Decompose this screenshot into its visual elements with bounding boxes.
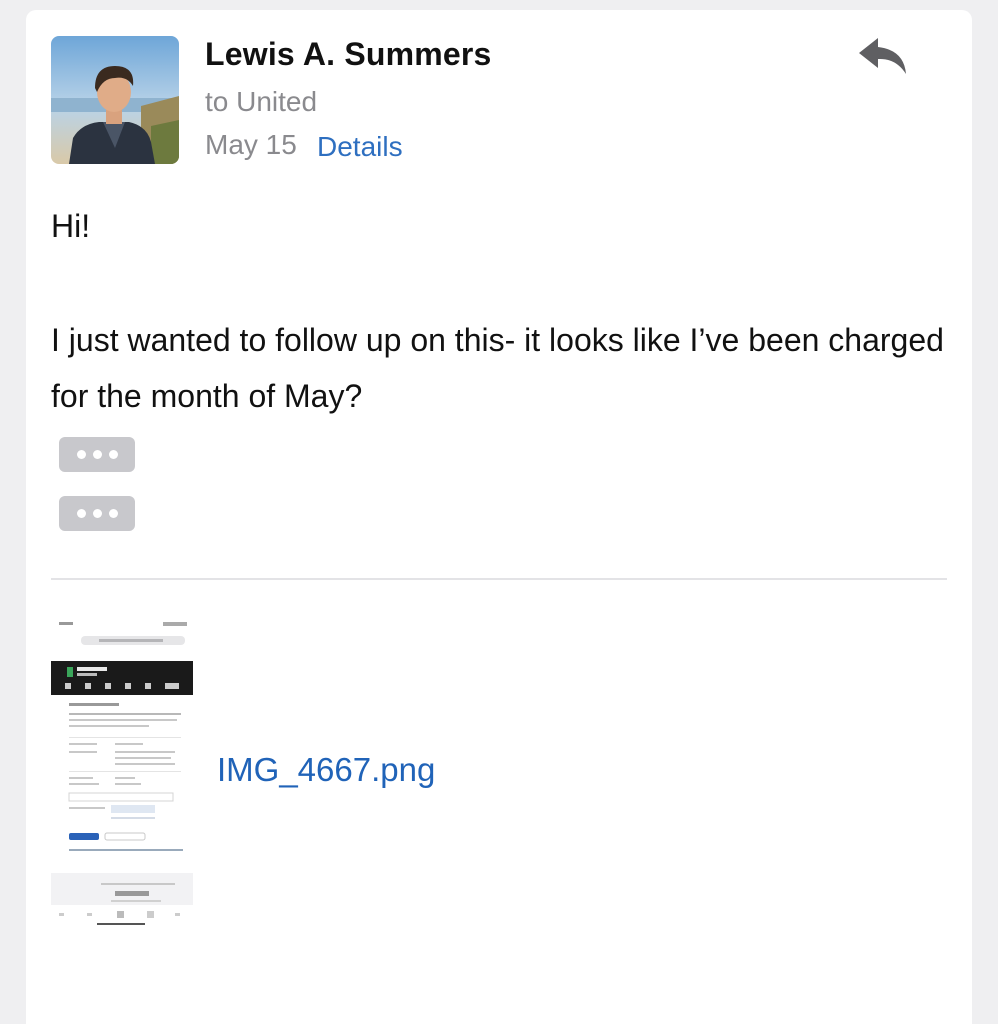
attachment-thumbnail[interactable] bbox=[51, 617, 193, 925]
ellipsis-icon bbox=[76, 450, 86, 459]
recipient-line: to United bbox=[205, 86, 318, 117]
show-trimmed-content-button[interactable] bbox=[59, 496, 135, 531]
details-link[interactable]: Details bbox=[317, 131, 403, 163]
divider bbox=[51, 578, 947, 580]
email-message-card: Lewis A. Summers to United May 15 Detail… bbox=[26, 10, 972, 1024]
attachment-filename-link[interactable]: IMG_4667.png bbox=[217, 751, 435, 789]
reply-button[interactable] bbox=[856, 34, 910, 78]
message-greeting: Hi! bbox=[51, 208, 91, 244]
sender-name: Lewis A. Summers bbox=[205, 36, 492, 72]
reply-icon bbox=[859, 38, 906, 74]
sender-avatar[interactable] bbox=[51, 36, 179, 164]
message-paragraph: I just wanted to follow up on this- it l… bbox=[51, 322, 944, 414]
ellipsis-icon bbox=[76, 509, 86, 518]
message-date: May 15 bbox=[205, 129, 297, 160]
show-quoted-text-button[interactable] bbox=[59, 437, 135, 472]
